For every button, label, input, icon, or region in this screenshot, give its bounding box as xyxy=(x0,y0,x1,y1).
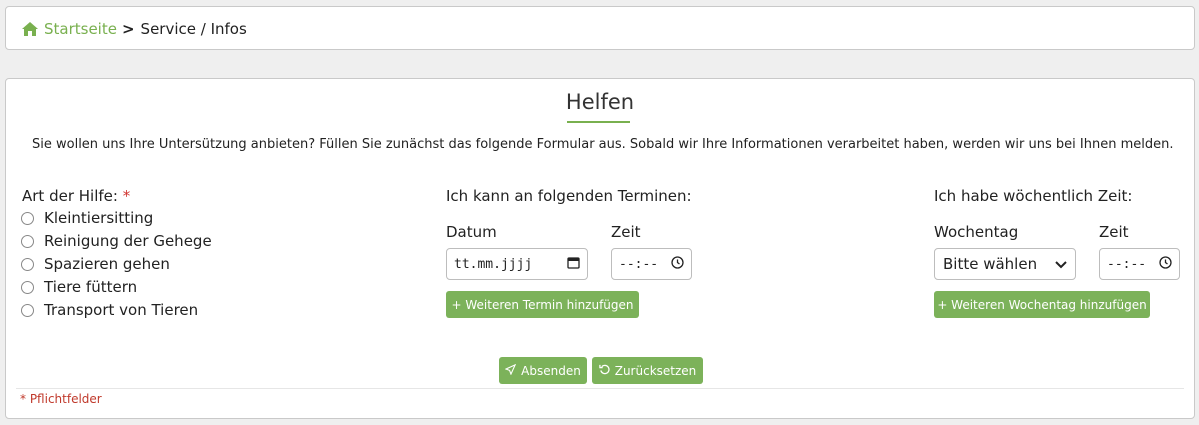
help-form-card: Helfen Sie wollen uns Ihre Untersützung … xyxy=(5,78,1195,419)
reset-icon xyxy=(599,364,610,378)
intro-text: Sie wollen uns Ihre Untersützung anbiete… xyxy=(32,137,1174,152)
radio-button[interactable] xyxy=(21,257,34,271)
divider xyxy=(16,388,1184,389)
radio-button[interactable] xyxy=(21,211,34,225)
breadcrumb-separator: > xyxy=(121,20,135,38)
help-type-label: Art der Hilfe: * xyxy=(22,187,130,205)
help-option-fuettern[interactable]: Tiere füttern xyxy=(21,278,137,296)
add-date-button[interactable]: + Weiteren Termin hinzufügen xyxy=(446,291,639,318)
breadcrumb-trail: Startseite > Service / Infos xyxy=(21,20,247,38)
help-option-label: Spazieren gehen xyxy=(44,255,170,273)
required-mark: * xyxy=(122,187,131,205)
weekly-time-label: Zeit xyxy=(1099,223,1129,241)
help-option-label: Kleintiersitting xyxy=(44,209,154,227)
reset-button-label: Zurücksetzen xyxy=(614,363,697,378)
help-option-kleintiersitting[interactable]: Kleintiersitting xyxy=(21,209,153,227)
date-input-value: tt.mm.jjjj xyxy=(454,256,533,272)
help-option-label: Reinigung der Gehege xyxy=(44,232,212,250)
home-icon[interactable] xyxy=(21,21,39,37)
weekly-heading: Ich habe wöchentlich Zeit: xyxy=(934,187,1133,205)
radio-button[interactable] xyxy=(21,280,34,294)
help-type-label-text: Art der Hilfe: xyxy=(22,187,118,205)
help-option-spazieren[interactable]: Spazieren gehen xyxy=(21,255,170,273)
title-underline xyxy=(567,121,630,123)
breadcrumb-home-link[interactable]: Startseite xyxy=(44,20,117,38)
submit-button-label: Absenden xyxy=(521,363,581,378)
radio-button[interactable] xyxy=(21,234,34,248)
help-option-label: Tiere füttern xyxy=(44,278,138,296)
help-option-reinigung[interactable]: Reinigung der Gehege xyxy=(21,232,212,250)
page-title: Helfen xyxy=(565,90,635,114)
weekly-time-input[interactable]: --:-- xyxy=(1099,248,1180,280)
date-time-label: Zeit xyxy=(611,223,641,241)
date-input[interactable]: tt.mm.jjjj xyxy=(446,248,588,280)
date-time-input[interactable]: --:-- xyxy=(611,248,692,280)
dates-heading: Ich kann an folgenden Terminen: xyxy=(446,187,692,205)
help-option-label: Transport von Tieren xyxy=(44,301,199,319)
reset-button[interactable]: Zurücksetzen xyxy=(592,357,703,384)
date-label: Datum xyxy=(446,223,497,241)
chevron-down-icon xyxy=(1055,255,1067,273)
add-weekday-button[interactable]: + Weiteren Wochentag hinzufügen xyxy=(934,291,1150,318)
submit-button[interactable]: Absenden xyxy=(499,357,587,384)
clock-icon[interactable] xyxy=(1159,255,1172,273)
calendar-icon[interactable] xyxy=(567,256,580,273)
date-time-value: --:-- xyxy=(619,256,659,272)
clock-icon[interactable] xyxy=(671,255,684,273)
breadcrumb-current: Service / Infos xyxy=(140,20,247,38)
weekly-time-value: --:-- xyxy=(1107,256,1147,272)
breadcrumb: Startseite > Service / Infos xyxy=(5,6,1195,50)
send-icon xyxy=(504,363,517,378)
radio-button[interactable] xyxy=(21,303,34,317)
help-option-transport[interactable]: Transport von Tieren xyxy=(21,301,198,319)
weekday-select-value: Bitte wählen xyxy=(943,255,1038,273)
required-fields-note: * Pflichtfelder xyxy=(20,392,102,406)
weekday-label: Wochentag xyxy=(934,223,1019,241)
weekday-select[interactable]: Bitte wählen xyxy=(934,248,1076,280)
